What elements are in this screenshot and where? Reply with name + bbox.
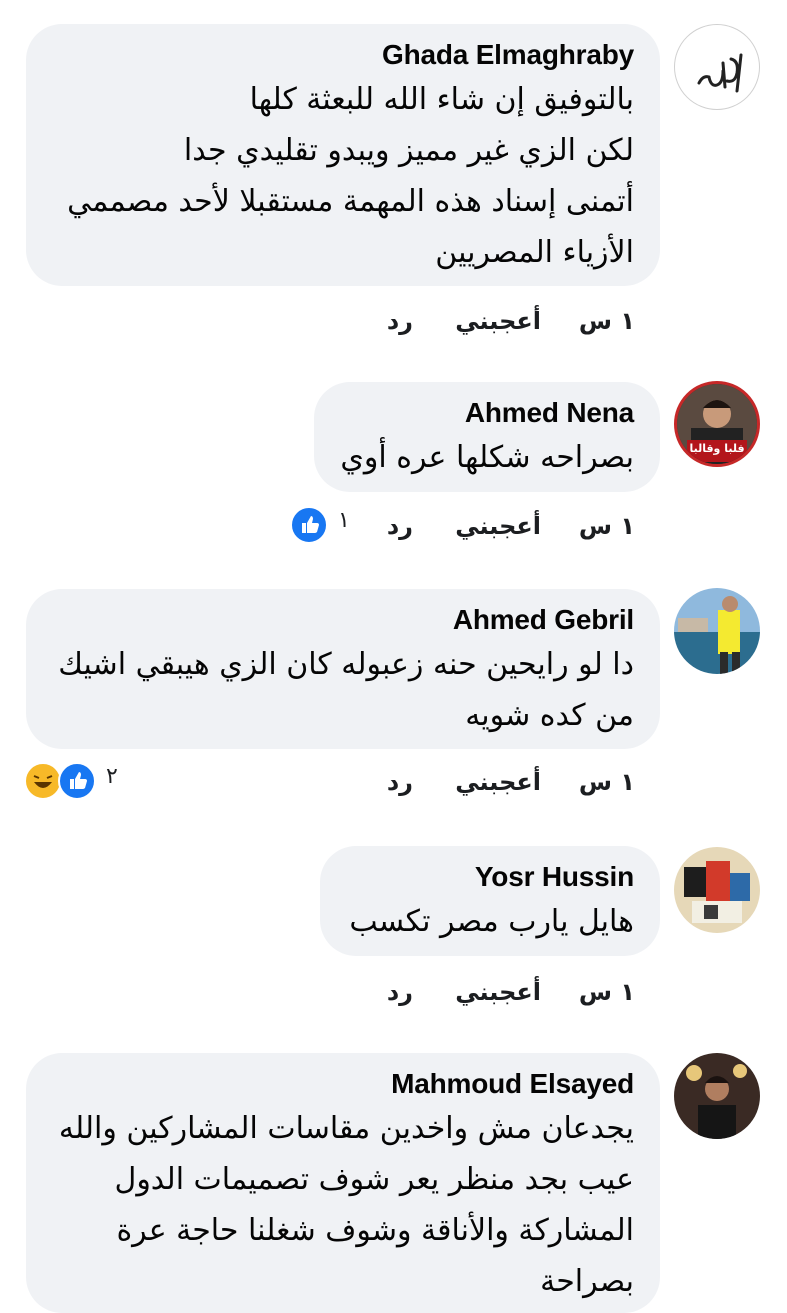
like-button[interactable]: أعجبني (455, 511, 541, 541)
comment-time[interactable]: ١ س (579, 767, 635, 797)
comment-time[interactable]: ١ س (579, 977, 635, 1007)
comment-bubble[interactable]: Ghada Elmaghraby بالتوفيق إن شاء الله لل… (26, 24, 660, 286)
comment-bubble[interactable]: Ahmed Gebril دا لو رايحين حنه زعبوله كان… (26, 589, 660, 749)
avatar[interactable] (674, 588, 760, 674)
comment-text: دا لو رايحين حنه زعبوله كان الزي هيبقي ا… (58, 647, 634, 733)
reply-button[interactable]: رد (387, 767, 413, 797)
comment-time[interactable]: ١ س (579, 511, 635, 541)
reaction-summary[interactable]: ١ (290, 506, 360, 544)
comment-author[interactable]: Mahmoud Elsayed (52, 1067, 634, 1101)
haha-reaction-icon (24, 762, 62, 800)
comment-author[interactable]: Ghada Elmaghraby (52, 38, 634, 72)
comment-author[interactable]: Ahmed Gebril (52, 603, 634, 637)
comment-author[interactable]: Ahmed Nena (340, 396, 634, 430)
calligraphy-logo-icon (697, 53, 743, 93)
comment-time[interactable]: ١ س (579, 306, 635, 336)
comment-bubble[interactable]: Ahmed Nena بصراحه شكلها عره أوي (314, 382, 660, 492)
reply-button[interactable]: رد (387, 977, 413, 1007)
reaction-count: ٢ (106, 764, 118, 789)
comment-bubble[interactable]: Mahmoud Elsayed يجدعان مش واخدين مقاسات … (26, 1053, 660, 1313)
like-reaction-icon (58, 762, 96, 800)
profile-photo-icon (674, 847, 760, 933)
reply-button[interactable]: رد (387, 306, 413, 336)
comment-text: بالتوفيق إن شاء الله للبعثة كلها لكن الز… (67, 82, 634, 270)
like-button[interactable]: أعجبني (455, 767, 541, 797)
like-button[interactable]: أعجبني (455, 977, 541, 1007)
comment-bubble[interactable]: Yosr Hussin هايل يارب مصر تكسب (320, 846, 660, 956)
comment-text: بصراحه شكلها عره أوي (340, 440, 634, 475)
avatar[interactable] (674, 847, 760, 933)
reaction-count: ١ (338, 508, 350, 533)
avatar[interactable] (674, 1053, 760, 1139)
comment-author[interactable]: Yosr Hussin (346, 860, 634, 894)
like-button[interactable]: أعجبني (455, 306, 541, 336)
comment-text: هايل يارب مصر تكسب (349, 904, 634, 939)
avatar-caption: فلبا وقالبا (689, 442, 745, 455)
profile-photo-icon (674, 588, 760, 674)
reply-button[interactable]: رد (387, 511, 413, 541)
reaction-summary[interactable]: ٢ (24, 762, 134, 800)
avatar[interactable] (674, 24, 760, 110)
avatar[interactable]: فلبا وقالبا (674, 381, 760, 467)
like-reaction-icon (290, 506, 328, 544)
comment-text: يجدعان مش واخدين مقاسات المشاركين والله … (58, 1111, 634, 1299)
profile-photo-icon (674, 1053, 760, 1139)
